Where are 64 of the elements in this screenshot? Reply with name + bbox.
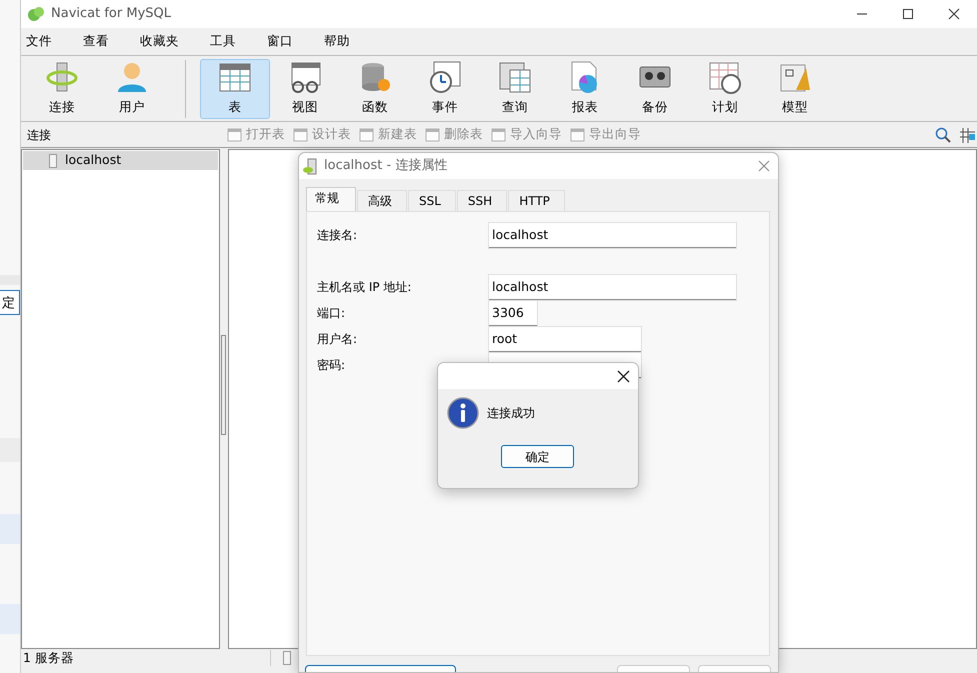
field-label: 用户名: — [317, 332, 358, 346]
field-label: 密码: — [317, 358, 346, 372]
close-icon — [617, 370, 630, 382]
tab[interactable]: 高级 — [357, 190, 407, 211]
confirm-button[interactable]: 定 — [0, 290, 20, 315]
tab[interactable]: 常规 — [306, 187, 356, 211]
server-icon — [282, 651, 291, 665]
user-icon — [115, 60, 149, 94]
message-text: 连接成功 — [487, 405, 535, 422]
toolbar-button[interactable]: 计划 — [690, 58, 760, 118]
app-logo-icon — [27, 5, 45, 23]
table-icon — [570, 126, 586, 142]
toolbar-button[interactable]: 查询 — [480, 58, 550, 118]
connection-icon — [45, 60, 79, 94]
status-text: 1 服务器 — [23, 648, 74, 667]
menu-item[interactable]: 帮助 — [319, 32, 364, 51]
panel-title: 连接 — [27, 128, 51, 142]
input-field[interactable]: 3306 — [489, 300, 537, 326]
toolbar-button[interactable]: 连接 — [27, 58, 97, 118]
toolbar-button[interactable]: 函数 — [340, 58, 410, 118]
tab[interactable]: HTTP — [508, 190, 565, 211]
menu-item[interactable]: 工具 — [205, 32, 250, 51]
query-icon — [498, 60, 532, 94]
close-button[interactable] — [617, 370, 630, 382]
menu-item[interactable]: 查看 — [78, 32, 123, 51]
close-icon — [758, 160, 770, 172]
grid-view-button[interactable] — [959, 126, 975, 142]
toolbar-button[interactable]: 报表 — [550, 58, 620, 118]
server-icon — [49, 154, 57, 168]
toolbar-button[interactable]: 表 — [200, 58, 270, 118]
tab[interactable]: SSL — [408, 190, 456, 211]
search-icon — [935, 126, 951, 142]
maximize-icon — [902, 8, 914, 20]
dialog-title: localhost - 连接属性 — [324, 157, 448, 176]
input-field[interactable]: root — [489, 326, 641, 352]
calendar-clock-icon — [708, 60, 742, 94]
clock-icon — [428, 60, 462, 94]
table-icon — [425, 126, 441, 142]
menu-item[interactable]: 收藏夹 — [135, 32, 193, 51]
ok-button[interactable]: 确定 — [501, 445, 574, 468]
table-icon — [359, 126, 375, 142]
window-title: Navicat for MySQL — [51, 5, 171, 24]
toolbar-button[interactable]: 用户 — [97, 58, 167, 118]
field-label: 端口: — [317, 306, 346, 320]
table-icon — [293, 126, 309, 142]
table-icon — [491, 126, 507, 142]
field-label: 连接名: — [317, 228, 358, 242]
toolbar-button[interactable]: 事件 — [410, 58, 480, 118]
menu-item[interactable]: 文件 — [21, 32, 66, 51]
menu-item[interactable]: 窗口 — [262, 32, 307, 51]
splitter-handle[interactable] — [221, 335, 226, 435]
tab[interactable]: SSH — [456, 190, 508, 211]
field-label: 主机名或 IP 地址: — [317, 280, 412, 294]
info-icon — [447, 397, 479, 429]
grid-icon — [959, 126, 975, 142]
toolbar-button[interactable]: 视图 — [270, 58, 340, 118]
close-icon — [948, 8, 960, 20]
table-icon — [227, 126, 243, 142]
search-button[interactable] — [935, 126, 951, 142]
tree-item[interactable]: localhost — [23, 151, 218, 170]
input-field[interactable]: localhost — [489, 222, 736, 248]
input-field[interactable]: localhost — [489, 274, 736, 300]
toolbar-button[interactable]: 模型 — [760, 58, 830, 118]
toolbar-button[interactable]: 备份 — [620, 58, 690, 118]
